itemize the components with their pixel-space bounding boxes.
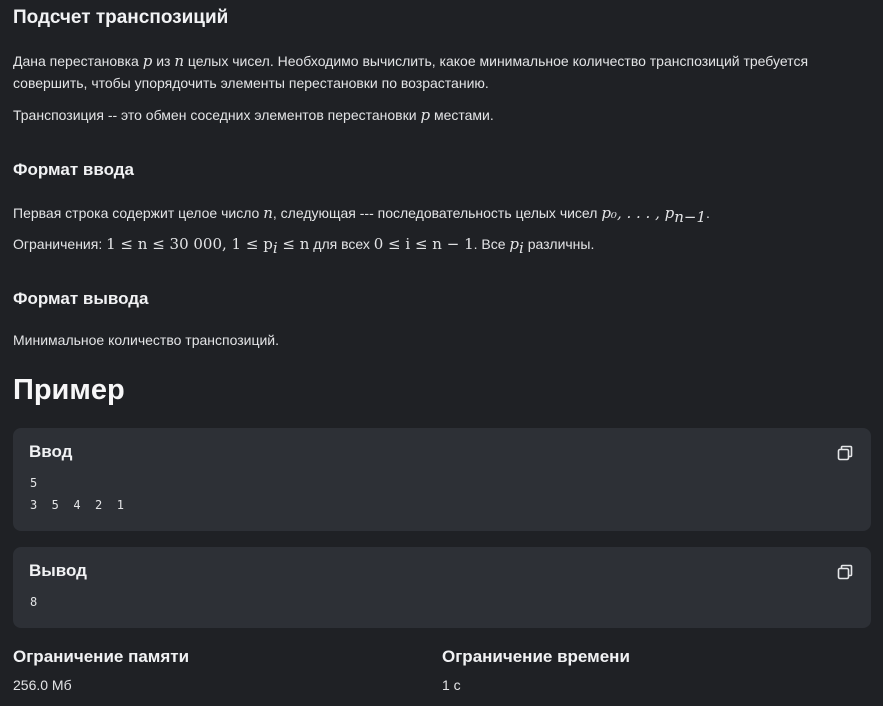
math-constraint-1b: ≤ n [277, 235, 310, 253]
example-output-label: Вывод [29, 561, 87, 580]
statement-text: целых чисел. Необходимо вычислить, какое… [184, 53, 809, 69]
example-heading: Пример [13, 374, 125, 406]
constraints-text: для всех [309, 236, 374, 252]
constraints-text: . Все [473, 236, 510, 252]
code-line: 3 5 4 2 1 [30, 498, 124, 512]
math-var-n: n [263, 204, 273, 222]
math-constraint-2: 0 ≤ i ≤ n − 1 [373, 235, 474, 253]
math-var-p: p [420, 106, 431, 124]
output-format-text: Минимальное количество транспозиций. [13, 332, 280, 348]
input-format-text: , следующая --- последовательность целых… [272, 205, 602, 221]
math-sequence: p₀, . . . , p [601, 204, 675, 222]
math-var-pi: p [509, 235, 520, 253]
output-format-heading: Формат вывода [13, 289, 149, 308]
math-subscript: n−1 [674, 207, 707, 226]
statement-text: Транспозиция -- это обмен соседних элеме… [13, 107, 421, 123]
statement-text: местами. [430, 107, 494, 123]
math-var-n: n [174, 52, 185, 70]
math-constraint-1: 1 ≤ n ≤ 30 000, 1 ≤ p [106, 235, 273, 253]
copy-icon[interactable] [837, 564, 853, 580]
example-input-label: Ввод [29, 442, 73, 461]
statement-text: из [152, 53, 175, 69]
constraints-text: различны. [523, 236, 595, 252]
statement-paragraph-2: Транспозиция -- это обмен соседних элеме… [13, 104, 863, 126]
time-limit-value: 1 с [442, 677, 461, 693]
statement-text: совершить, чтобы упорядочить элементы пе… [13, 75, 489, 91]
input-format-heading: Формат ввода [13, 160, 134, 179]
example-output-card: Вывод 8 [13, 547, 871, 628]
problem-title: Подсчет транспозиций [13, 7, 229, 28]
input-format-line-2: Ограничения: 1 ≤ n ≤ 30 000, 1 ≤ pi ≤ n … [13, 233, 863, 259]
math-var-p: p [142, 52, 153, 70]
input-format-text: Первая строка содержит целое число [13, 205, 264, 221]
input-format-line-1: Первая строка содержит целое число n, сл… [13, 202, 863, 228]
example-input-code: 5 3 5 4 2 1 [30, 472, 124, 516]
example-output-code: 8 [30, 595, 38, 609]
code-line: 5 [30, 476, 38, 490]
memory-limit-label: Ограничение памяти [13, 647, 190, 666]
memory-limit-value: 256.0 Мб [13, 677, 72, 693]
statement-paragraph-1: Дана перестановка p из n целых чисел. Не… [13, 50, 863, 94]
constraints-label: Ограничения: [13, 236, 107, 252]
statement-text: Дана перестановка [13, 53, 143, 69]
input-format-text: . [706, 205, 710, 221]
problem-page: Подсчет транспозиций Дана перестановка p… [0, 0, 883, 706]
copy-icon[interactable] [837, 445, 853, 461]
example-input-card: Ввод 5 3 5 4 2 1 [13, 428, 871, 531]
time-limit-label: Ограничение времени [442, 647, 630, 666]
